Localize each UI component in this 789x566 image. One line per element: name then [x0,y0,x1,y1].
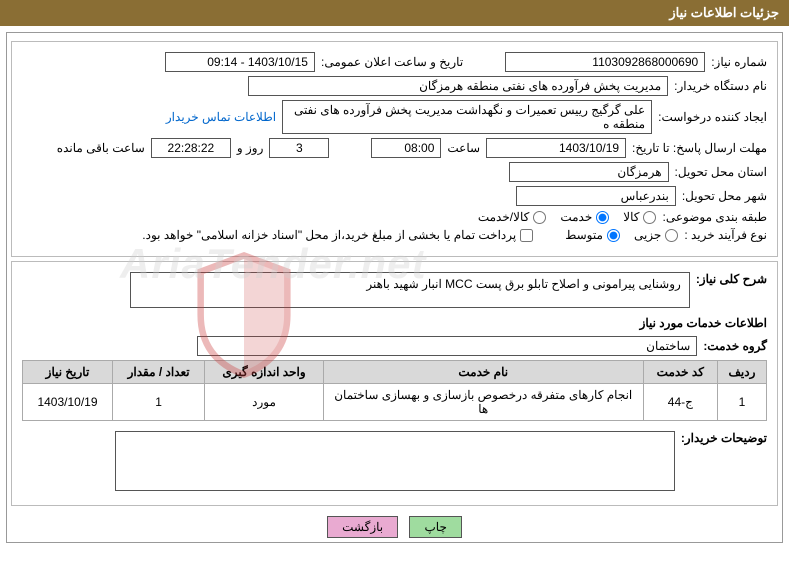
th-name: نام خدمت [323,361,643,384]
value-deadline-date: 1403/10/19 [486,138,626,158]
value-announce-datetime: 1403/10/15 - 09:14 [165,52,315,72]
row-buyer-device: نام دستگاه خریدار: مدیریت پخش فرآورده ها… [22,76,767,96]
th-qty: تعداد / مقدار [112,361,204,384]
radio-goods-input[interactable] [643,211,656,224]
td-date: 1403/10/19 [23,384,113,421]
row-purchase-type: نوع فرآیند خرید : جزیی متوسط پرداخت تمام… [22,228,767,242]
row-city: شهر محل تحویل: بندرعباس [22,186,767,206]
main-container: شماره نیاز: 1103092868000690 تاریخ و ساع… [6,32,783,543]
th-unit: واحد اندازه گیری [205,361,323,384]
radio-service-input[interactable] [596,211,609,224]
radio-partial-input[interactable] [665,229,678,242]
label-need-number: شماره نیاز: [711,55,767,69]
td-code: ج-44 [643,384,717,421]
radio-goods-service[interactable]: کالا/خدمت [478,210,546,224]
value-deadline-time: 08:00 [371,138,441,158]
label-announce-datetime: تاریخ و ساعت اعلان عمومی: [321,55,463,69]
value-city: بندرعباس [516,186,676,206]
label-hour: ساعت [447,141,480,155]
payment-note: پرداخت تمام یا بخشی از مبلغ خرید،از محل … [142,228,516,242]
label-deadline: مهلت ارسال پاسخ: تا تاریخ: [632,141,767,155]
label-remaining: ساعت باقی مانده [57,141,145,155]
back-button[interactable]: بازگشت [327,516,398,538]
radio-partial[interactable]: جزیی [634,228,678,242]
label-days-and: روز و [237,141,264,155]
label-request-creator: ایجاد کننده درخواست: [658,110,767,124]
label-buyer-device: نام دستگاه خریدار: [674,79,767,93]
label-service-group: گروه خدمت: [703,339,767,353]
radio-medium[interactable]: متوسط [565,228,620,242]
th-row: ردیف [717,361,766,384]
value-need-number: 1103092868000690 [505,52,705,72]
td-name: انجام کارهای متفرقه درخصوص بازسازی و بهس… [323,384,643,421]
payment-checkbox-item[interactable]: پرداخت تمام یا بخشی از مبلغ خرید،از محل … [142,228,533,242]
print-button[interactable]: چاپ [409,516,461,538]
table-header-row: ردیف کد خدمت نام خدمت واحد اندازه گیری ت… [23,361,767,384]
radio-goods[interactable]: کالا [623,210,656,224]
button-row: چاپ بازگشت [11,516,778,538]
label-category: طبقه بندی موضوعی: [662,210,767,224]
value-general-desc: روشنایی پیرامونی و اصلاح تابلو برق پست M… [130,272,690,308]
row-category: طبقه بندی موضوعی: کالا خدمت کالا/خدمت [22,210,767,224]
radio-medium-input[interactable] [607,229,620,242]
category-radio-group: کالا خدمت کالا/خدمت [478,210,657,224]
row-need-number: شماره نیاز: 1103092868000690 تاریخ و ساع… [22,52,767,72]
payment-checkbox[interactable] [520,229,533,242]
desc-panel: شرح کلی نیاز: روشنایی پیرامونی و اصلاح ت… [11,261,778,506]
label-purchase-type: نوع فرآیند خرید : [684,228,767,242]
row-province: استان محل تحویل: هرمزگان [22,162,767,182]
value-buyer-device: مدیریت پخش فرآورده های نفتی منطقه هرمزگا… [248,76,668,96]
row-service-group: گروه خدمت: ساختمان [22,336,767,356]
table-row: 1 ج-44 انجام کارهای متفرقه درخصوص بازساز… [23,384,767,421]
th-code: کد خدمت [643,361,717,384]
row-request-creator: ایجاد کننده درخواست: علی گرگیج رییس تعمی… [22,100,767,134]
value-service-group: ساختمان [197,336,697,356]
service-info-title: اطلاعات خدمات مورد نیاز [22,316,767,330]
buyer-contact-link[interactable]: اطلاعات تماس خریدار [166,110,276,124]
th-date: تاریخ نیاز [23,361,113,384]
buyer-notes-textarea[interactable] [115,431,675,491]
page-header: جزئیات اطلاعات نیاز [0,0,789,26]
row-deadline: مهلت ارسال پاسخ: تا تاریخ: 1403/10/19 سا… [22,138,767,158]
value-request-creator: علی گرگیج رییس تعمیرات و نگهداشت مدیریت … [282,100,652,134]
service-table: ردیف کد خدمت نام خدمت واحد اندازه گیری ت… [22,360,767,421]
purchase-type-radio-group: جزیی متوسط [565,228,678,242]
row-buyer-notes: توضیحات خریدار: [22,431,767,491]
td-unit: مورد [205,384,323,421]
radio-service[interactable]: خدمت [560,210,609,224]
value-province: هرمزگان [509,162,669,182]
label-buyer-notes: توضیحات خریدار: [681,431,767,445]
label-city: شهر محل تحویل: [682,189,767,203]
info-panel: شماره نیاز: 1103092868000690 تاریخ و ساع… [11,41,778,257]
td-row: 1 [717,384,766,421]
value-days-left: 3 [269,138,329,158]
row-general-desc: شرح کلی نیاز: روشنایی پیرامونی و اصلاح ت… [22,272,767,308]
label-general-desc: شرح کلی نیاز: [696,272,767,286]
label-province: استان محل تحویل: [675,165,767,179]
radio-goods-service-input[interactable] [533,211,546,224]
value-time-left: 22:28:22 [151,138,231,158]
td-qty: 1 [112,384,204,421]
header-title: جزئیات اطلاعات نیاز [669,5,779,20]
